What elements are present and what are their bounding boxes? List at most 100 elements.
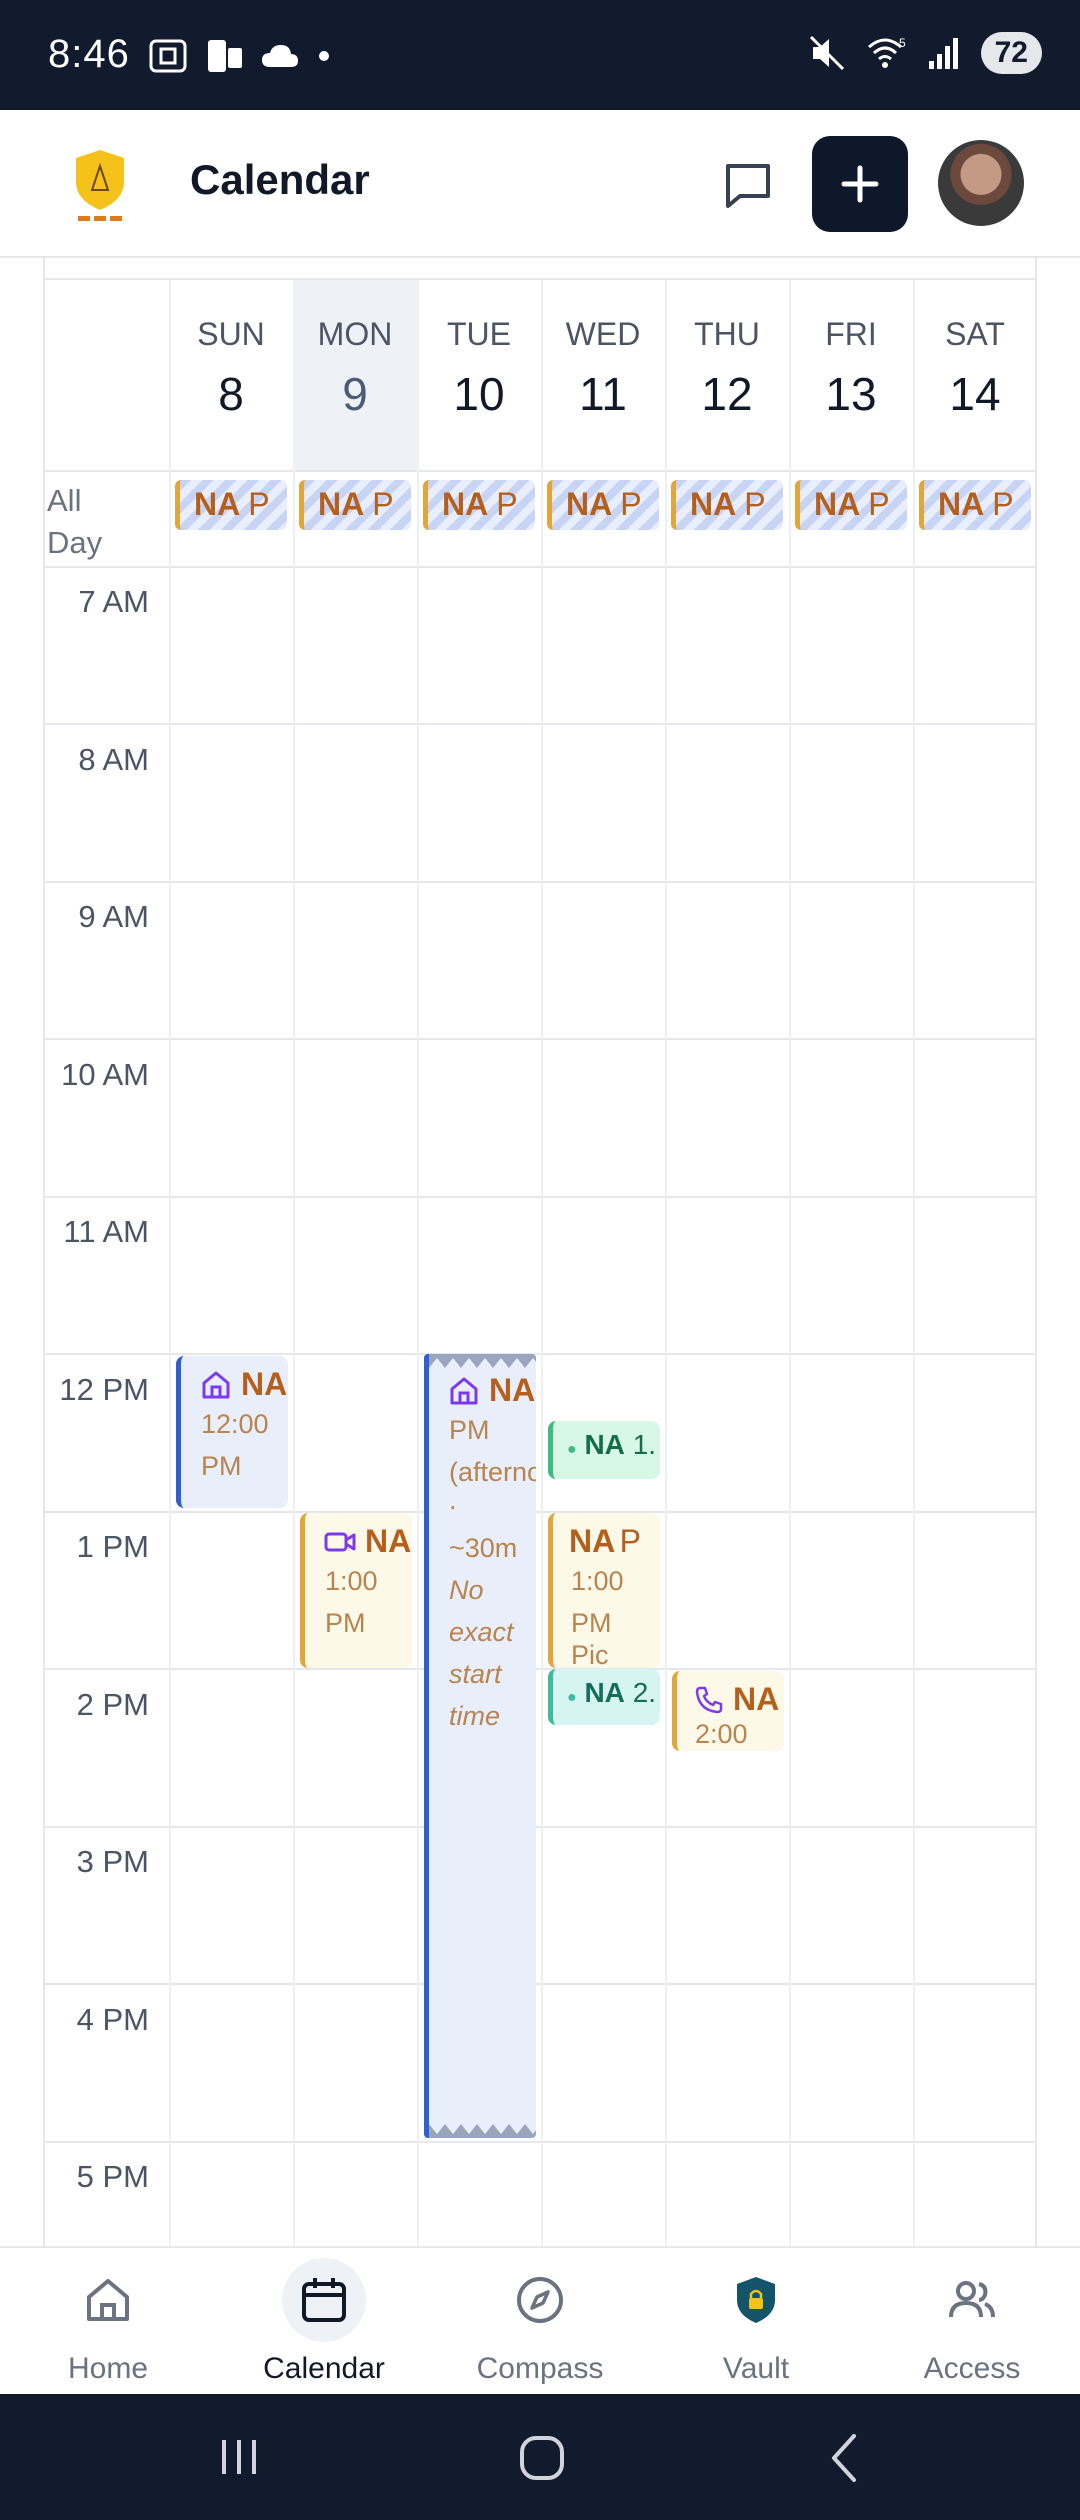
app-logo-shield-icon xyxy=(76,150,124,221)
all-day-event-chip[interactable]: NA P xyxy=(299,480,411,530)
day-header-thu[interactable]: THU 12 xyxy=(665,280,789,470)
house-icon xyxy=(450,1377,478,1404)
day-header-tue[interactable]: TUE 10 xyxy=(417,280,541,470)
event-note: start xyxy=(449,1659,502,1689)
hour-label: 12 PM xyxy=(59,1372,149,1407)
all-day-event-chip[interactable]: NA P xyxy=(547,480,659,530)
event-top-edge xyxy=(429,1354,536,1368)
nav-access[interactable]: Access xyxy=(872,2258,1072,2386)
event-time: 12:00 xyxy=(201,1409,269,1439)
event-wednesday-b[interactable]: NA P 1:00 PM Pic xyxy=(548,1513,660,1668)
cloud-icon xyxy=(262,45,298,67)
event-suffix: P xyxy=(619,1523,642,1559)
grid-column-line xyxy=(417,280,419,2246)
home-icon xyxy=(87,2279,129,2321)
wifi-icon: 5 xyxy=(867,36,906,68)
hour-label: 8 AM xyxy=(78,742,149,777)
hour-label: 11 AM xyxy=(63,1214,149,1249)
grid-column-line xyxy=(293,280,295,2246)
all-day-label: All Day xyxy=(47,483,103,560)
nav-label: Vault xyxy=(722,2352,790,2385)
grid-column-line xyxy=(169,280,171,2246)
nav-calendar[interactable]: Calendar xyxy=(224,2258,424,2386)
status-dot-icon: ● xyxy=(567,1441,577,1458)
event-bottom-edge xyxy=(429,2124,536,2138)
day-header-sun[interactable]: SUN 8 xyxy=(169,280,293,470)
grid-column-line xyxy=(541,280,543,2246)
event-monday[interactable]: NA 1:00 PM xyxy=(300,1513,412,1668)
system-navigation-bar xyxy=(0,2394,1080,2520)
hour-label: 2 PM xyxy=(76,1687,149,1722)
home-button-icon[interactable] xyxy=(514,2430,570,2486)
event-thursday[interactable]: NA 2:00 xyxy=(672,1671,784,1751)
day-header-sat[interactable]: SAT 14 xyxy=(913,280,1035,470)
event-title: NA xyxy=(489,1372,536,1408)
bottom-navigation: Home Calendar Compass Vault Access xyxy=(0,2246,1080,2394)
users-icon xyxy=(949,2281,995,2318)
hour-label: 5 PM xyxy=(76,2159,149,2194)
day-header-wed[interactable]: WED 11 xyxy=(541,280,665,470)
event-title: NA xyxy=(584,1677,625,1708)
hour-label: 1 PM xyxy=(76,1529,149,1564)
event-tuesday[interactable]: NA PM (afternoon) . ~30m No exact start … xyxy=(424,1354,536,2138)
event-title: NA xyxy=(241,1366,288,1402)
grid-column-line xyxy=(913,280,915,2246)
hour-label: 10 AM xyxy=(61,1057,149,1092)
event-more: Pic xyxy=(571,1640,609,1669)
status-time: 8:46 xyxy=(48,32,130,76)
event-sunday[interactable]: NA 12:00 PM xyxy=(176,1356,288,1508)
message-icon[interactable] xyxy=(716,154,780,218)
back-icon[interactable] xyxy=(820,2430,870,2486)
screenshot-icon xyxy=(149,39,187,73)
recents-icon[interactable] xyxy=(214,2432,264,2482)
week-calendar: SUN 8 MON 9 TUE 10 WED 11 THU 12 FRI 13 SAT 14 … xyxy=(43,258,1037,2246)
event-note: No xyxy=(449,1575,484,1605)
all-day-event-chip[interactable]: NA P xyxy=(175,480,287,530)
signal-icon xyxy=(928,38,958,69)
all-day-event-chip[interactable]: NA P xyxy=(919,480,1031,530)
event-duration: ~30m xyxy=(449,1533,518,1563)
dot-icon xyxy=(319,51,329,61)
status-icons-right: 5 72 xyxy=(807,32,1042,74)
event-title: NA xyxy=(569,1523,616,1559)
vault-shield-icon xyxy=(737,2277,775,2323)
nav-label: Access xyxy=(923,2352,1021,2385)
page-title: Calendar xyxy=(190,156,370,203)
day-header-mon[interactable]: MON 9 xyxy=(293,280,417,470)
event-title: NA xyxy=(584,1429,625,1460)
battery-indicator: 72 xyxy=(980,32,1042,74)
status-icons-left xyxy=(148,38,332,74)
event-ampm: PM xyxy=(201,1451,242,1481)
day-header-fri[interactable]: FRI 13 xyxy=(789,280,913,470)
compass-icon xyxy=(517,2277,563,2323)
event-note: time xyxy=(449,1701,501,1731)
hour-label: 9 AM xyxy=(78,899,149,934)
event-time: 2:00 xyxy=(695,1719,748,1749)
event-wednesday-a[interactable]: ● NA 1. xyxy=(548,1421,660,1479)
nav-home[interactable]: Home xyxy=(8,2258,208,2386)
mute-icon xyxy=(809,35,844,71)
nav-compass[interactable]: Compass xyxy=(440,2258,640,2386)
grid-column-line xyxy=(665,280,667,2246)
event-wednesday-c[interactable]: ● NA 2. xyxy=(548,1669,660,1725)
nav-label: Compass xyxy=(476,2352,604,2385)
all-day-event-chip[interactable]: NA P xyxy=(795,480,907,530)
all-day-event-chip[interactable]: NA P xyxy=(671,480,783,530)
all-day-event-chip[interactable]: NA P xyxy=(423,480,535,530)
event-time: PM xyxy=(449,1415,490,1445)
house-icon xyxy=(202,1371,230,1398)
hour-label: 4 PM xyxy=(76,2002,149,2037)
event-ampm: PM xyxy=(325,1608,366,1638)
event-time: 1:00 xyxy=(325,1566,378,1596)
svg-text:5: 5 xyxy=(899,36,906,50)
event-title: NA xyxy=(365,1523,412,1559)
add-event-button[interactable] xyxy=(812,136,908,232)
calendar-icon xyxy=(302,2278,346,2322)
event-time: 1:00 xyxy=(571,1566,624,1596)
event-period: (afternoon) xyxy=(449,1457,536,1487)
device-icon xyxy=(208,40,242,72)
event-title: NA xyxy=(733,1681,780,1717)
avatar[interactable] xyxy=(938,140,1024,226)
nav-vault[interactable]: Vault xyxy=(656,2258,856,2386)
event-note: exact xyxy=(449,1617,514,1647)
